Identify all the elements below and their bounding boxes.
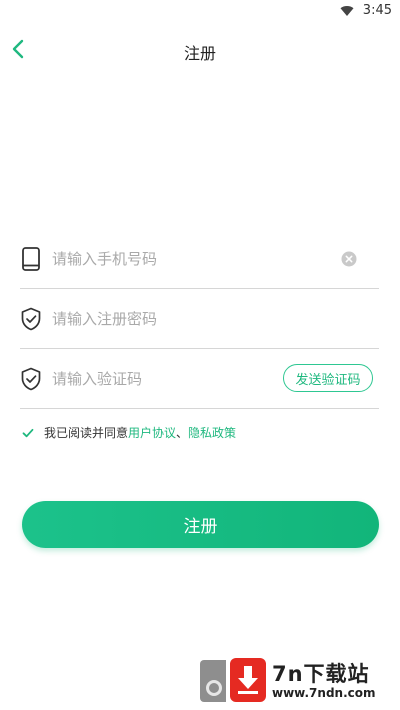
phone-input[interactable] xyxy=(52,245,282,273)
watermark: 7n下载站 www.7ndn.com xyxy=(200,652,400,710)
register-screen: 3:45 注册 发送验证码 我 xyxy=(0,0,400,710)
watermark-ring-icon xyxy=(206,680,222,696)
wifi-icon xyxy=(340,6,354,16)
phone-icon xyxy=(22,247,40,271)
page-title: 注册 xyxy=(183,44,216,63)
status-time: 3:45 xyxy=(362,3,392,18)
watermark-title: 7n下载站 xyxy=(272,662,370,686)
user-agreement-link[interactable]: 用户协议 xyxy=(128,426,176,440)
password-input[interactable] xyxy=(52,305,282,333)
status-bar: 3:45 xyxy=(0,0,400,24)
agreement: 我已阅读并同意用户协议、隐私政策 xyxy=(22,424,236,442)
shield-check-icon xyxy=(21,367,41,391)
watermark-url: www.7ndn.com xyxy=(272,686,376,700)
agreement-separator: 、 xyxy=(176,426,189,440)
watermark-gray-block xyxy=(200,660,226,702)
watermark-logo xyxy=(230,658,266,702)
password-field-row xyxy=(20,290,379,349)
code-input[interactable] xyxy=(52,365,232,393)
clear-icon[interactable] xyxy=(341,251,357,267)
code-field-row: 发送验证码 xyxy=(20,350,379,409)
download-arrow-icon xyxy=(238,666,258,694)
checkbox-checked-icon[interactable] xyxy=(22,427,34,439)
phone-field-row xyxy=(20,230,379,289)
register-button[interactable]: 注册 xyxy=(22,501,379,548)
send-code-button[interactable]: 发送验证码 xyxy=(283,364,373,392)
agreement-prefix: 我已阅读并同意 xyxy=(44,426,129,440)
shield-check-icon xyxy=(21,307,41,331)
privacy-policy-link[interactable]: 隐私政策 xyxy=(188,426,236,440)
